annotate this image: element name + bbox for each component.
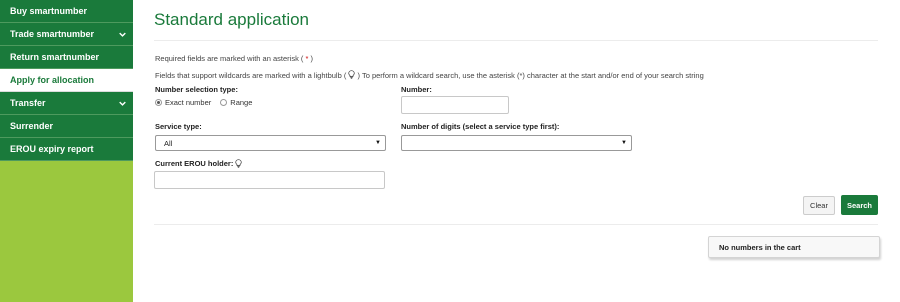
sidebar-item-trade-smartnumber[interactable]: Trade smartnumber xyxy=(0,23,133,46)
wildcard-note: Fields that support wildcards are marked… xyxy=(155,70,704,80)
sidebar-item-label: Surrender xyxy=(10,121,54,131)
lightbulb-icon xyxy=(235,159,243,168)
dropdown-caret-icon: ▼ xyxy=(375,140,381,146)
divider xyxy=(154,40,878,41)
number-selection-type-radios: Exact number Range xyxy=(155,98,258,107)
number-input[interactable] xyxy=(401,96,509,114)
sidebar-item-buy-smartnumber[interactable]: Buy smartnumber xyxy=(0,0,133,23)
sidebar-item-return-smartnumber[interactable]: Return smartnumber xyxy=(0,46,133,69)
radio-range[interactable] xyxy=(220,99,228,106)
radio-exact-number-label: Exact number xyxy=(165,98,212,107)
sidebar-item-label: Transfer xyxy=(10,98,46,108)
chevron-down-icon xyxy=(119,32,126,37)
service-type-value: All xyxy=(164,138,173,148)
cart-status-text: No numbers in the cart xyxy=(719,242,801,252)
clear-button[interactable]: Clear xyxy=(803,196,835,215)
main-content: Standard application Required fields are… xyxy=(154,0,880,302)
current-erou-holder-input[interactable] xyxy=(154,171,385,189)
sidebar-item-erou-expiry-report[interactable]: EROU expiry report xyxy=(0,138,133,161)
cart-status-panel: No numbers in the cart xyxy=(708,236,880,258)
number-of-digits-label: Number of digits (select a service type … xyxy=(401,122,560,131)
sidebar-item-apply-for-allocation[interactable]: Apply for allocation xyxy=(0,69,133,92)
sidebar-item-label: Return smartnumber xyxy=(10,52,100,62)
sidebar-item-surrender[interactable]: Surrender xyxy=(0,115,133,138)
sidebar: Buy smartnumber Trade smartnumber Return… xyxy=(0,0,133,302)
sidebar-item-label: Apply for allocation xyxy=(10,75,95,85)
sidebar-item-label: Buy smartnumber xyxy=(10,6,88,16)
sidebar-item-transfer[interactable]: Transfer xyxy=(0,92,133,115)
sidebar-item-label: Trade smartnumber xyxy=(10,29,95,39)
divider xyxy=(154,224,878,225)
dropdown-caret-icon: ▼ xyxy=(621,140,627,146)
number-of-digits-select[interactable]: ▼ xyxy=(401,135,632,151)
sidebar-item-label: EROU expiry report xyxy=(10,144,94,154)
required-fields-note: Required fields are marked with an aster… xyxy=(155,54,313,63)
radio-range-label: Range xyxy=(230,98,253,107)
search-button[interactable]: Search xyxy=(841,195,878,215)
page-title: Standard application xyxy=(154,10,310,29)
service-type-select[interactable]: All ▼ xyxy=(155,135,386,151)
radio-exact-number[interactable] xyxy=(155,99,162,106)
chevron-down-icon xyxy=(119,101,126,106)
number-selection-type-label: Number selection type: xyxy=(155,85,238,94)
service-type-label: Service type: xyxy=(155,122,202,131)
number-label: Number: xyxy=(401,85,432,94)
current-erou-holder-label: Current EROU holder: xyxy=(155,159,243,168)
